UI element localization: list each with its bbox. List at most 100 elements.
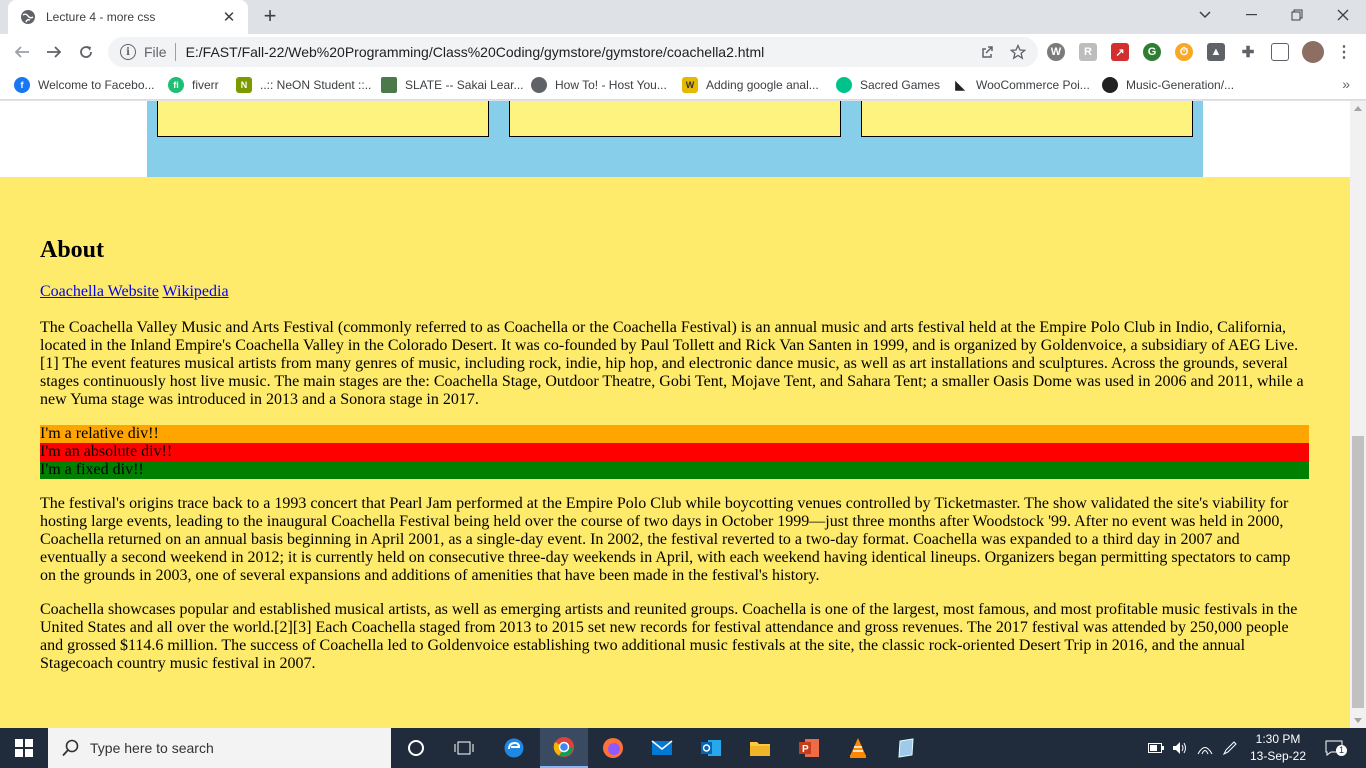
image-extension-icon[interactable]: ▲ <box>1207 43 1225 61</box>
scrollbar-thumb[interactable] <box>1352 436 1364 708</box>
fixed-div: I'm a fixed div!! <box>40 461 1309 479</box>
chrome-taskbar-icon[interactable] <box>540 728 588 768</box>
pen-icon[interactable] <box>1222 728 1238 768</box>
task-view-icon[interactable] <box>440 728 488 768</box>
taskbar-search-box[interactable]: Type here to search <box>48 728 391 768</box>
search-icon <box>62 739 79 757</box>
coachella-website-link[interactable]: Coachella Website <box>40 283 159 300</box>
system-clock[interactable]: 1:30 PM 13-Sep-22 <box>1240 731 1316 765</box>
bookmark-slate[interactable]: SLATE -- Sakai Lear... <box>381 76 524 94</box>
more-bookmarks-icon[interactable]: » <box>1342 76 1350 92</box>
notepad-icon[interactable] <box>882 728 930 768</box>
bookmark-label: Adding google anal... <box>706 78 819 92</box>
bookmark-sacred-games[interactable]: Sacred Games <box>836 76 940 94</box>
back-arrow-icon <box>14 46 29 58</box>
battery-icon[interactable] <box>1148 728 1164 768</box>
back-button[interactable] <box>8 38 36 66</box>
url-separator <box>174 43 176 61</box>
minimize-icon[interactable] <box>1228 0 1274 30</box>
blue-section <box>147 101 1203 177</box>
scroll-down-icon[interactable] <box>1354 718 1362 723</box>
reload-button[interactable] <box>72 38 100 66</box>
search-placeholder: Type here to search <box>90 740 214 756</box>
side-panel-icon[interactable] <box>1271 43 1289 61</box>
grey-extension-icon[interactable]: R <box>1079 43 1097 61</box>
neon-icon: N <box>236 77 252 93</box>
bookmark-neon[interactable]: N ..:: NeON Student ::.. <box>236 76 371 94</box>
bookmark-label: WooCommerce Poi... <box>976 78 1090 92</box>
forward-button[interactable] <box>40 38 68 66</box>
notification-count-badge: 1 <box>1336 745 1347 756</box>
outlook-icon[interactable] <box>687 728 735 768</box>
wikipedia-link[interactable]: Wikipedia <box>163 283 229 300</box>
new-tab-button[interactable]: + <box>258 5 282 29</box>
bookmark-label: Welcome to Facebo... <box>38 78 155 92</box>
globe-icon <box>531 77 547 93</box>
bookmark-star-icon[interactable] <box>1008 42 1028 62</box>
powerpoint-icon[interactable]: P <box>785 728 833 768</box>
bookmark-label: SLATE -- Sakai Lear... <box>405 78 524 92</box>
close-tab-icon[interactable]: ✕ <box>220 8 238 26</box>
browser-titlebar: Lecture 4 - more css ✕ + <box>0 0 1366 34</box>
wifi-icon[interactable] <box>1197 728 1213 768</box>
browser-tab[interactable]: Lecture 4 - more css ✕ <box>8 0 248 34</box>
volume-icon[interactable] <box>1172 728 1188 768</box>
bookmark-woocommerce[interactable]: ◣ WooCommerce Poi... <box>952 76 1090 94</box>
links-row: Coachella Website Wikipedia <box>40 283 229 301</box>
absolute-div: I'm an absolute div!! <box>40 443 1309 461</box>
mail-icon[interactable] <box>638 728 686 768</box>
start-button[interactable] <box>0 728 48 768</box>
tab-search-icon[interactable] <box>1182 0 1228 30</box>
woo-icon: ◣ <box>952 77 968 93</box>
close-window-icon[interactable] <box>1320 0 1366 30</box>
bookmark-fiverr[interactable]: fi fiverr <box>168 76 219 94</box>
file-explorer-icon[interactable] <box>736 728 784 768</box>
firefox-icon[interactable] <box>589 728 637 768</box>
bookmarks-bar: f Welcome to Facebo... fi fiverr N ..:: … <box>0 70 1366 100</box>
svg-text:P: P <box>802 744 809 755</box>
bookmark-label: Music-Generation/... <box>1126 78 1235 92</box>
w-extension-icon[interactable]: W <box>1047 43 1065 61</box>
scroll-up-icon[interactable] <box>1354 106 1362 111</box>
url-scheme: File <box>144 44 167 60</box>
bookmark-label: How To! - Host You... <box>555 78 667 92</box>
about-heading: About <box>40 237 105 263</box>
reload-icon <box>80 46 92 58</box>
edge-icon[interactable] <box>490 728 538 768</box>
notifications-icon[interactable]: 1 <box>1322 728 1347 768</box>
cortana-icon[interactable] <box>392 728 440 768</box>
globe-icon <box>21 10 35 24</box>
bookmark-label: Sacred Games <box>860 78 941 92</box>
clock-date: 13-Sep-22 <box>1249 749 1307 763</box>
bookmark-google-analytics[interactable]: W Adding google anal... <box>682 76 819 94</box>
yellow-card <box>157 101 489 137</box>
paragraph-origins: The festival's origins trace back to a 1… <box>40 495 1291 584</box>
facebook-icon: f <box>14 77 30 93</box>
restore-icon[interactable] <box>1274 0 1320 30</box>
url-text[interactable]: E:/FAST/Fall-22/Web%20Programming/Class%… <box>186 44 978 60</box>
page-scrollbar[interactable] <box>1350 101 1366 728</box>
windows-logo-icon <box>15 739 33 757</box>
bookmark-music-generation[interactable]: Music-Generation/... <box>1102 76 1234 94</box>
vlc-icon[interactable] <box>834 728 882 768</box>
chrome-menu-icon[interactable]: ⋮ <box>1335 43 1353 61</box>
bookmark-label: ..:: NeON Student ::.. <box>260 78 372 92</box>
forward-arrow-icon <box>47 46 62 58</box>
slate-icon <box>381 77 397 93</box>
profile-avatar[interactable] <box>1302 41 1324 63</box>
grammar-extension-icon[interactable]: G <box>1143 43 1161 61</box>
bookmark-howto[interactable]: How To! - Host You... <box>531 76 667 94</box>
address-bar[interactable]: i File E:/FAST/Fall-22/Web%20Programming… <box>108 37 1038 67</box>
clock-extension-icon[interactable]: ⏱ <box>1175 43 1193 61</box>
arrow-extension-icon[interactable]: ↗ <box>1111 43 1129 61</box>
paragraph-intro: The Coachella Valley Music and Arts Fest… <box>40 319 1304 408</box>
windows-taskbar: Type here to search P 1:30 PM 13-Sep-22 … <box>0 728 1366 768</box>
yellow-card <box>509 101 841 137</box>
share-icon[interactable] <box>978 42 998 62</box>
relative-div: I'm a relative div!! <box>40 425 1309 443</box>
extensions-puzzle-icon[interactable]: ✚ <box>1239 43 1257 61</box>
info-icon[interactable]: i <box>120 44 136 60</box>
bookmark-facebook[interactable]: f Welcome to Facebo... <box>14 76 155 94</box>
w-icon: W <box>682 77 698 93</box>
browser-toolbar: i File E:/FAST/Fall-22/Web%20Programming… <box>0 34 1366 70</box>
